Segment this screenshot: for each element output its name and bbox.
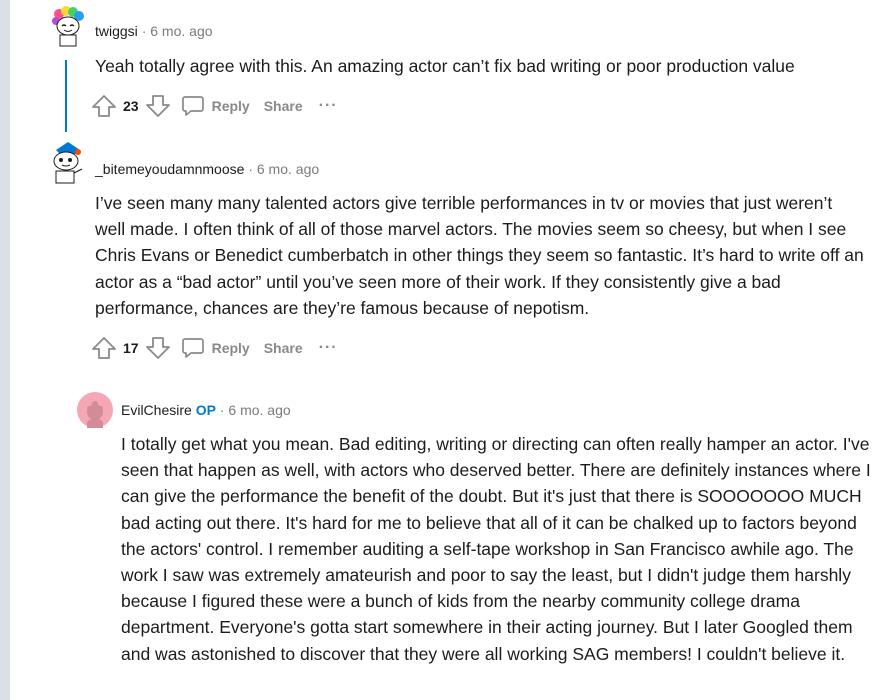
timestamp[interactable]: 6 mo. ago bbox=[150, 23, 212, 39]
comment-actions: 23 Reply Share ··· bbox=[91, 92, 338, 120]
username[interactable]: EvilChesire bbox=[121, 402, 192, 418]
comment-meta: twiggsi · 6 mo. ago bbox=[95, 23, 213, 39]
comment-body: Yeah totally agree with this. An amazing… bbox=[95, 53, 865, 79]
avatar-evilchesire[interactable] bbox=[77, 392, 113, 428]
share-label: Share bbox=[263, 340, 303, 356]
snoo-avatar-icon bbox=[52, 6, 84, 47]
avatar-bitemeyoudamnmoose[interactable] bbox=[48, 140, 88, 186]
comment-text: I’ve seen many many talented actors give… bbox=[95, 193, 864, 318]
more-options-button[interactable]: ··· bbox=[319, 97, 338, 115]
downvote-icon bbox=[145, 337, 170, 359]
reply-label: Reply bbox=[211, 98, 250, 114]
op-badge: OP bbox=[195, 402, 216, 418]
avatar-twiggsi[interactable] bbox=[50, 6, 86, 50]
more-options-icon: ··· bbox=[318, 339, 338, 356]
username[interactable]: _bitemeyoudamnmoose bbox=[95, 161, 244, 177]
separator: · bbox=[141, 23, 147, 39]
separator: · bbox=[248, 161, 253, 177]
comment-actions: 17 Reply Share ··· bbox=[91, 334, 338, 362]
comment-text: I totally get what you mean. Bad editing… bbox=[121, 434, 871, 664]
reply-button[interactable]: Reply bbox=[181, 94, 250, 118]
comment-text: Yeah totally agree with this. An amazing… bbox=[95, 56, 795, 76]
more-options-button[interactable]: ··· bbox=[319, 339, 338, 357]
separator: · bbox=[219, 402, 225, 418]
downvote-button[interactable] bbox=[145, 93, 171, 119]
comment-body: I totally get what you mean. Bad editing… bbox=[121, 431, 873, 667]
upvote-icon bbox=[92, 95, 116, 117]
more-options-icon: ··· bbox=[318, 97, 338, 114]
timestamp[interactable]: 6 mo. ago bbox=[257, 161, 319, 177]
downvote-button[interactable] bbox=[145, 335, 171, 361]
share-button[interactable]: Share bbox=[264, 98, 303, 114]
vote-count: 23 bbox=[123, 98, 139, 114]
comment-bubble-icon bbox=[181, 96, 204, 116]
reply-button[interactable]: Reply bbox=[181, 336, 250, 360]
upvote-icon bbox=[92, 337, 116, 359]
left-rail bbox=[0, 0, 10, 700]
snoo-avatar-icon bbox=[53, 142, 83, 184]
reply-label: Reply bbox=[211, 340, 250, 356]
comment-meta: _bitemeyoudamnmoose · 6 mo. ago bbox=[95, 161, 319, 177]
username[interactable]: twiggsi bbox=[95, 23, 138, 39]
comment-body: I’ve seen many many talented actors give… bbox=[95, 190, 865, 321]
upvote-button[interactable] bbox=[91, 335, 117, 361]
share-button[interactable]: Share bbox=[264, 340, 303, 356]
downvote-icon bbox=[145, 95, 170, 117]
snoo-avatar-icon bbox=[77, 392, 113, 428]
share-label: Share bbox=[263, 98, 303, 114]
vote-count: 17 bbox=[123, 340, 139, 356]
comment-bubble-icon bbox=[181, 338, 204, 358]
timestamp[interactable]: 6 mo. ago bbox=[228, 402, 290, 418]
thread-collapse-line[interactable] bbox=[65, 60, 67, 132]
upvote-button[interactable] bbox=[91, 93, 117, 119]
comment-meta: EvilChesire OP · 6 mo. ago bbox=[121, 402, 291, 418]
